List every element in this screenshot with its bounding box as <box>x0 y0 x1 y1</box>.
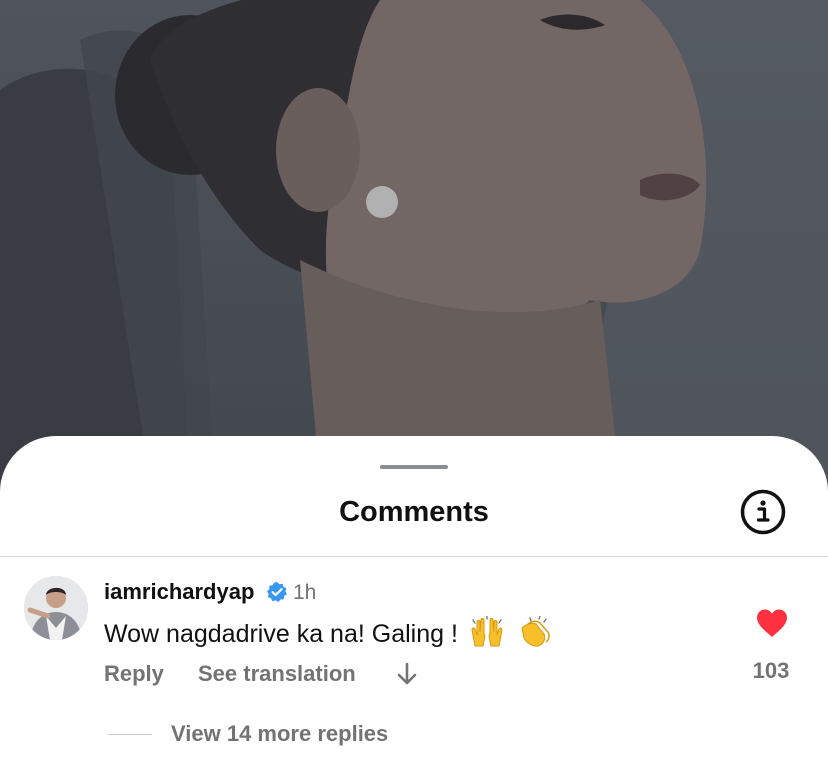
see-translation-button[interactable]: See translation <box>198 661 356 687</box>
arrow-down-icon[interactable] <box>396 661 418 687</box>
comment-username[interactable]: iamrichardyap <box>104 579 254 605</box>
info-icon[interactable] <box>740 489 786 535</box>
comments-sheet: Comments iamrichardyap 1h Wow nagdadrive… <box>0 436 828 767</box>
heart-icon[interactable] <box>755 608 789 638</box>
avatar[interactable] <box>24 576 88 640</box>
video-background[interactable] <box>0 0 828 480</box>
comment-text: Wow nagdadrive ka na! Galing ! <box>104 620 458 649</box>
replies-divider-line <box>108 734 152 735</box>
raising-hands-emoji <box>469 615 505 655</box>
header-divider <box>0 556 828 557</box>
sheet-title: Comments <box>339 496 489 528</box>
view-more-replies-button[interactable]: View 14 more replies <box>171 721 388 747</box>
video-frame-illustration <box>0 0 828 480</box>
screen: Comments iamrichardyap 1h Wow nagdadrive… <box>0 0 828 767</box>
verified-badge-icon <box>266 581 288 603</box>
avatar-image <box>24 576 88 640</box>
comment-body: Wow nagdadrive ka na! Galing ! <box>104 615 552 655</box>
clapping-hands-emoji <box>516 615 552 655</box>
sheet-grabber-handle[interactable] <box>380 465 448 469</box>
like-count: 103 <box>752 658 790 683</box>
comment-timestamp: 1h <box>293 581 317 604</box>
reply-button[interactable]: Reply <box>104 661 164 687</box>
